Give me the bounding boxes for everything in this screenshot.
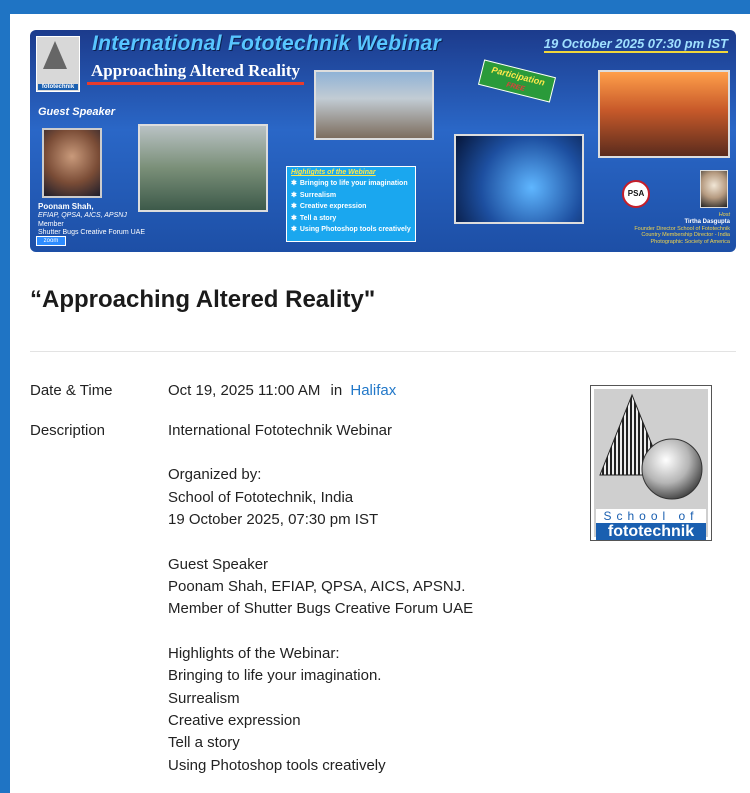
highlight-text: Creative expression xyxy=(299,203,367,210)
description-line: School of Fototechnik, India xyxy=(168,488,354,506)
speaker-name: Poonam Shah, xyxy=(38,202,94,211)
speaker-credits: Poonam Shah, EFIAP, QPSA, AICS, APSNJ Me… xyxy=(38,202,148,238)
host-photo xyxy=(700,170,728,208)
city-link[interactable]: Halifax xyxy=(350,382,396,399)
host-title: Founder Director School of Fototechnik xyxy=(634,225,730,232)
logo-school-text: School of xyxy=(596,509,706,523)
highlight-item: ✱ Surrealism xyxy=(291,190,411,202)
speaker-member: Member xyxy=(38,220,64,228)
banner-logo: fototechnik xyxy=(36,36,80,92)
psa-logo: PSA xyxy=(622,180,650,208)
guest-speaker-label: Guest Speaker xyxy=(38,106,116,118)
host-name: Tirtha Dasgupta xyxy=(684,218,730,225)
organizer-logo: School of fototechnik xyxy=(590,385,712,541)
description-line: International Fototechnik Webinar xyxy=(168,422,393,439)
highlight-item: ✱ Using Photoshop tools creatively xyxy=(291,224,411,236)
description-line: Guest Speaker xyxy=(168,555,269,573)
description-line: 19 October 2025, 07:30 pm IST xyxy=(168,511,379,529)
divider xyxy=(30,351,736,352)
surreal-photo-sunset-city xyxy=(598,70,730,158)
description-line: Using Photoshop tools creatively xyxy=(168,756,386,774)
star-icon: ✱ xyxy=(291,203,297,210)
description-line: Poonam Shah, EFIAP, QPSA, AICS, APSNJ. xyxy=(168,578,466,596)
description-line: Surrealism xyxy=(168,689,240,707)
star-icon: ✱ xyxy=(291,214,297,222)
star-icon: ✱ xyxy=(291,191,297,199)
host-role: Host xyxy=(718,212,730,218)
description-line: Creative expression xyxy=(168,712,301,730)
surreal-photo-lake xyxy=(138,124,268,212)
highlight-text: Bringing to life your imagination xyxy=(299,180,408,187)
triangle-shape xyxy=(43,41,67,69)
description-text: International Fototechnik Webinar Organi… xyxy=(168,420,473,777)
description-line: Organized by: xyxy=(168,466,262,484)
highlight-item: ✱ Creative expression xyxy=(291,201,411,213)
highlight-text: Using Photoshop tools creatively xyxy=(299,226,411,233)
banner-title: International Fototechnik Webinar xyxy=(92,32,442,55)
description-label: Description xyxy=(30,422,106,439)
participation-badge: Participation FREE xyxy=(477,59,557,103)
logo-graphic: School of fototechnik xyxy=(594,389,708,540)
description-line: Bringing to life your imagination. xyxy=(168,667,382,685)
highlight-text: Surrealism xyxy=(299,191,337,199)
banner-date: 19 October 2025 07:30 pm IST xyxy=(543,36,728,53)
highlights-title: Highlights of the Webinar xyxy=(291,169,376,176)
event-title: “Approaching Altered Reality" xyxy=(30,286,376,313)
host-title: Country Membership Director - India xyxy=(641,232,730,239)
datetime-value-row: Oct 19, 2025 11:00 AM in Halifax xyxy=(168,380,396,402)
highlight-text: Tell a story xyxy=(299,214,337,222)
description-line: Member of Shutter Bugs Creative Forum UA… xyxy=(168,600,474,618)
description-line: Highlights of the Webinar: xyxy=(168,644,340,662)
datetime-label: Date & Time xyxy=(30,382,113,399)
surreal-photo-book-city xyxy=(314,70,434,140)
host-title: Photographic Society of America xyxy=(650,238,731,245)
zoom-badge: zoom xyxy=(36,236,66,246)
host-credits: Host Tirtha Dasgupta Founder Director Sc… xyxy=(610,212,730,246)
star-icon: ✱ xyxy=(291,226,297,233)
speaker-honors: EFIAP, QPSA, AICS, APSNJ xyxy=(38,212,127,220)
datetime-in: in xyxy=(330,382,343,399)
banner-subtitle: Approaching Altered Reality xyxy=(87,60,305,85)
highlight-item: ✱ Bringing to life your imagination xyxy=(291,178,411,190)
datetime-value: Oct 19, 2025 11:00 AM xyxy=(168,382,321,399)
highlights-box: Highlights of the Webinar ✱ Bringing to l… xyxy=(286,166,416,242)
event-card: fototechnik International Fototechnik We… xyxy=(10,14,750,793)
speaker-photo xyxy=(42,128,102,198)
banner-logo-label: fototechnik xyxy=(38,84,78,90)
description-line: Tell a story xyxy=(168,734,240,752)
surreal-photo-blue-night xyxy=(454,134,584,224)
star-icon: ✱ xyxy=(291,180,297,187)
event-banner: fototechnik International Fototechnik We… xyxy=(30,30,736,252)
logo-fototechnik-text: fototechnik xyxy=(596,523,706,540)
highlight-item: ✱ Tell a story xyxy=(291,213,411,225)
